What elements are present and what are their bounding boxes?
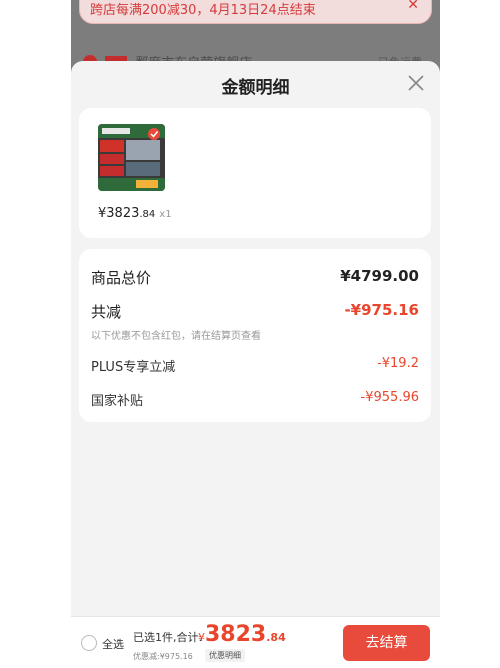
price-breakdown-card: 商品总价 ¥4799.00 共减 -¥975.16 以下优惠不包含红包，请在结算…	[79, 249, 431, 422]
promo-banner-close-icon: ✕	[407, 0, 419, 13]
discount-label: PLUS专享立减	[91, 360, 176, 375]
product-card: ¥3823.84 x1	[79, 108, 431, 238]
close-icon[interactable]	[406, 73, 426, 93]
discount-detail-button[interactable]: 优惠明细	[205, 649, 245, 662]
selected-summary: 已选1件,合计:	[133, 631, 203, 644]
amount-detail-sheet: 金额明细 ¥3823.84 x1 商品总价 ¥4799.00 共减 -¥975.…	[71, 61, 440, 668]
total-int: 3823	[205, 622, 267, 647]
reduction-note: 以下优惠不包含红包，请在结算页查看	[91, 331, 261, 342]
product-price-int: 3823	[106, 206, 140, 221]
discount-label: 国家补贴	[91, 394, 144, 409]
phone-viewport: 跨店每满200减30，4月13日24点结束 ✕ 鄱度市东自营旗舰店 已免运费 金…	[71, 0, 440, 668]
product-image[interactable]	[98, 124, 165, 191]
checkout-button[interactable]: 去结算	[343, 625, 430, 661]
total-cents: .84	[266, 631, 286, 644]
screen: 跨店每满200减30，4月13日24点结束 ✕ 鄱度市东自营旗舰店 已免运费 金…	[0, 0, 500, 668]
total-reduction-label: 共减	[91, 303, 122, 321]
total-amount: ¥3823.84	[198, 622, 286, 647]
total-price-value: ¥4799.00	[340, 267, 419, 285]
promo-banner-text: 跨店每满200减30，4月13日24点结束	[90, 3, 316, 18]
discount-value: -¥955.96	[360, 390, 419, 405]
product-quantity: x1	[159, 209, 172, 220]
sheet-title: 金额明细	[221, 78, 290, 98]
total-price-label: 商品总价	[91, 269, 152, 287]
total-symbol: ¥	[198, 631, 205, 644]
product-price: ¥3823.84 x1	[98, 206, 172, 221]
checkout-bar: 全选 已选1件,合计: ¥3823.84 优惠减:¥975.16 优惠明细 去结…	[71, 616, 440, 668]
product-price-cents: .84	[139, 209, 156, 220]
select-all-label[interactable]: 全选	[102, 636, 124, 652]
discount-summary: 优惠减:¥975.16	[133, 652, 193, 661]
promo-banner: 跨店每满200减30，4月13日24点结束 ✕	[79, 0, 432, 24]
discount-value: -¥19.2	[377, 356, 419, 371]
total-reduction-value: -¥975.16	[344, 301, 419, 319]
select-all-radio[interactable]	[81, 635, 97, 651]
